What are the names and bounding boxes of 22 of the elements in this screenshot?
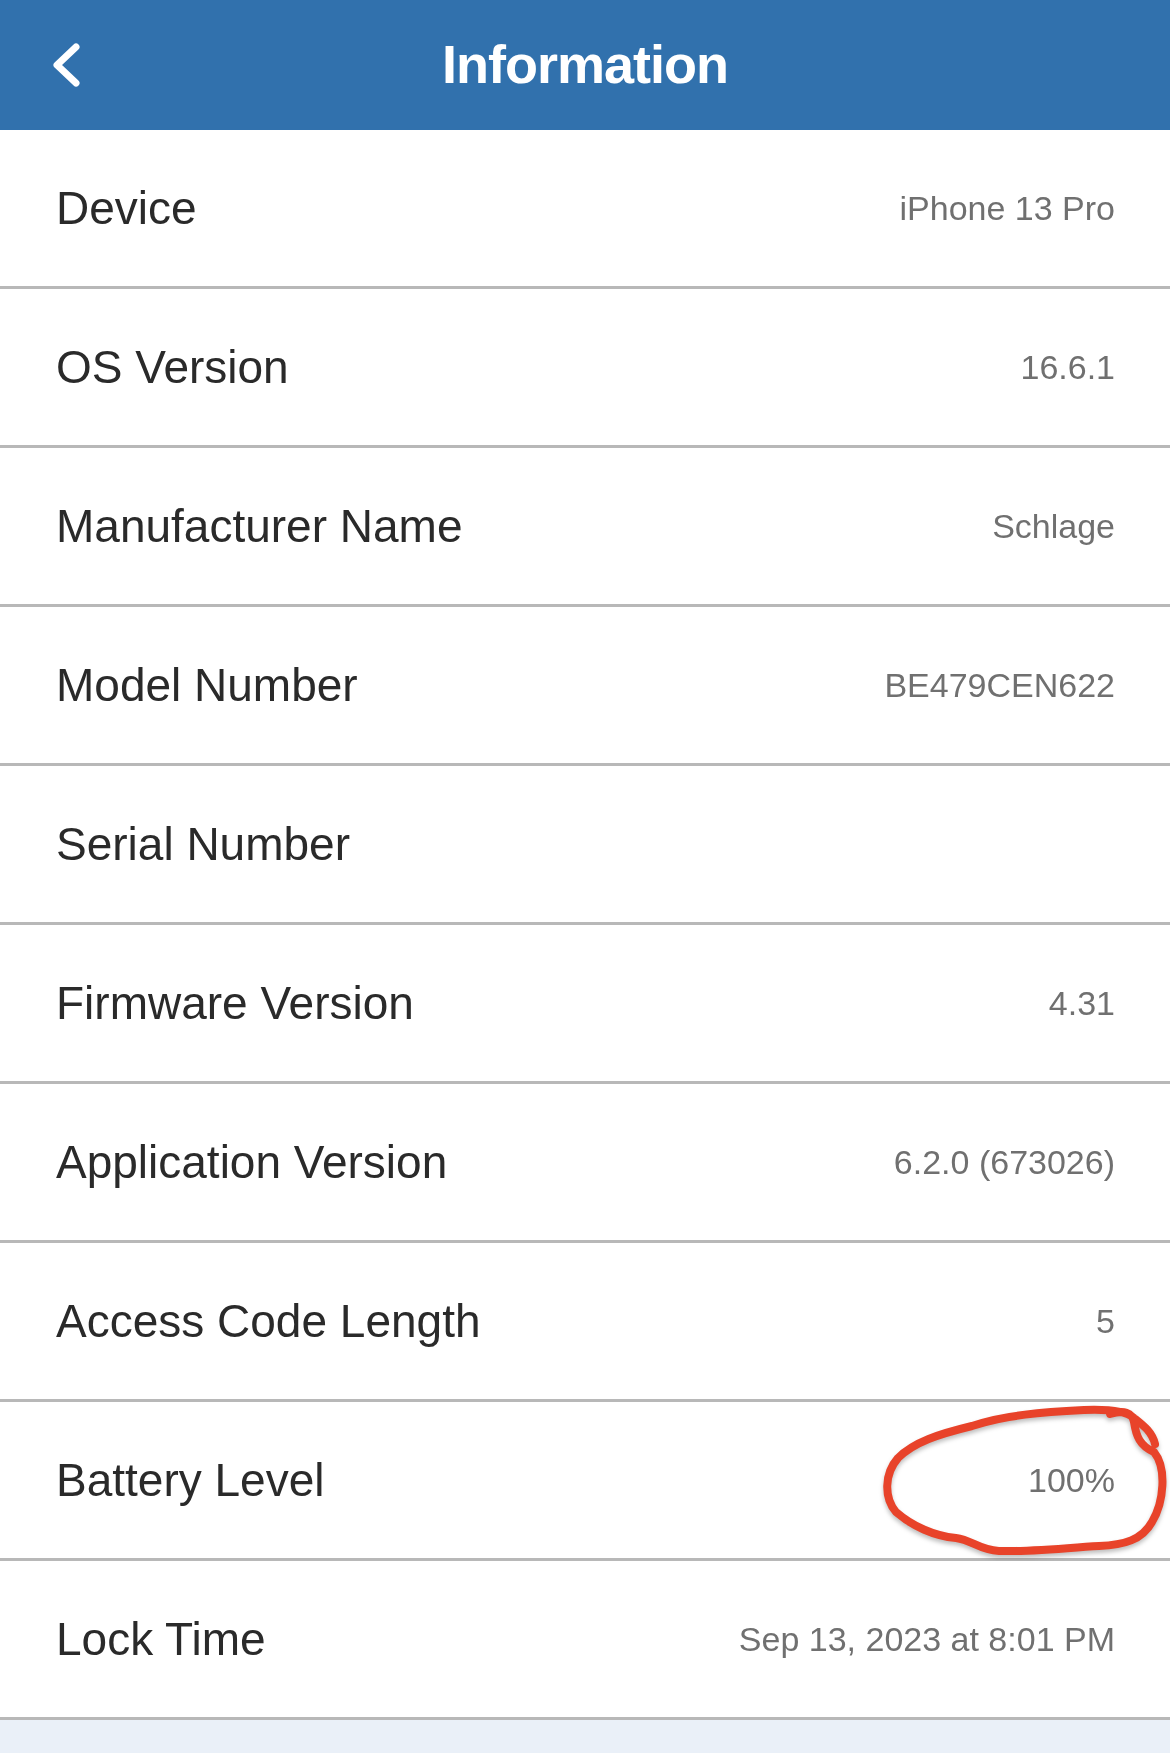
info-label: Firmware Version <box>56 976 414 1030</box>
info-label: Battery Level <box>56 1453 325 1507</box>
info-value: 16.6.1 <box>1020 347 1115 387</box>
info-label: Access Code Length <box>56 1294 481 1348</box>
back-icon <box>52 43 80 87</box>
info-value: Schlage <box>992 506 1115 546</box>
info-value: 4.31 <box>1048 983 1115 1023</box>
info-label: Application Version <box>56 1135 448 1189</box>
info-label: Lock Time <box>56 1612 266 1666</box>
info-label: Model Number <box>56 658 358 712</box>
info-value: BE479CEN622 <box>884 665 1115 705</box>
info-value: Sep 13, 2023 at 8:01 PM <box>738 1619 1115 1659</box>
info-label: Manufacturer Name <box>56 499 463 553</box>
page-title: Information <box>442 35 728 95</box>
info-label: OS Version <box>56 340 289 394</box>
info-value: 100% <box>1028 1460 1115 1500</box>
info-label: Device <box>56 181 197 235</box>
info-value: 5 <box>1096 1301 1115 1341</box>
info-value: 6.2.0 (673026) <box>893 1142 1115 1182</box>
info-label: Serial Number <box>56 817 350 871</box>
info-value: iPhone 13 Pro <box>899 188 1115 228</box>
back-button[interactable] <box>52 43 80 87</box>
